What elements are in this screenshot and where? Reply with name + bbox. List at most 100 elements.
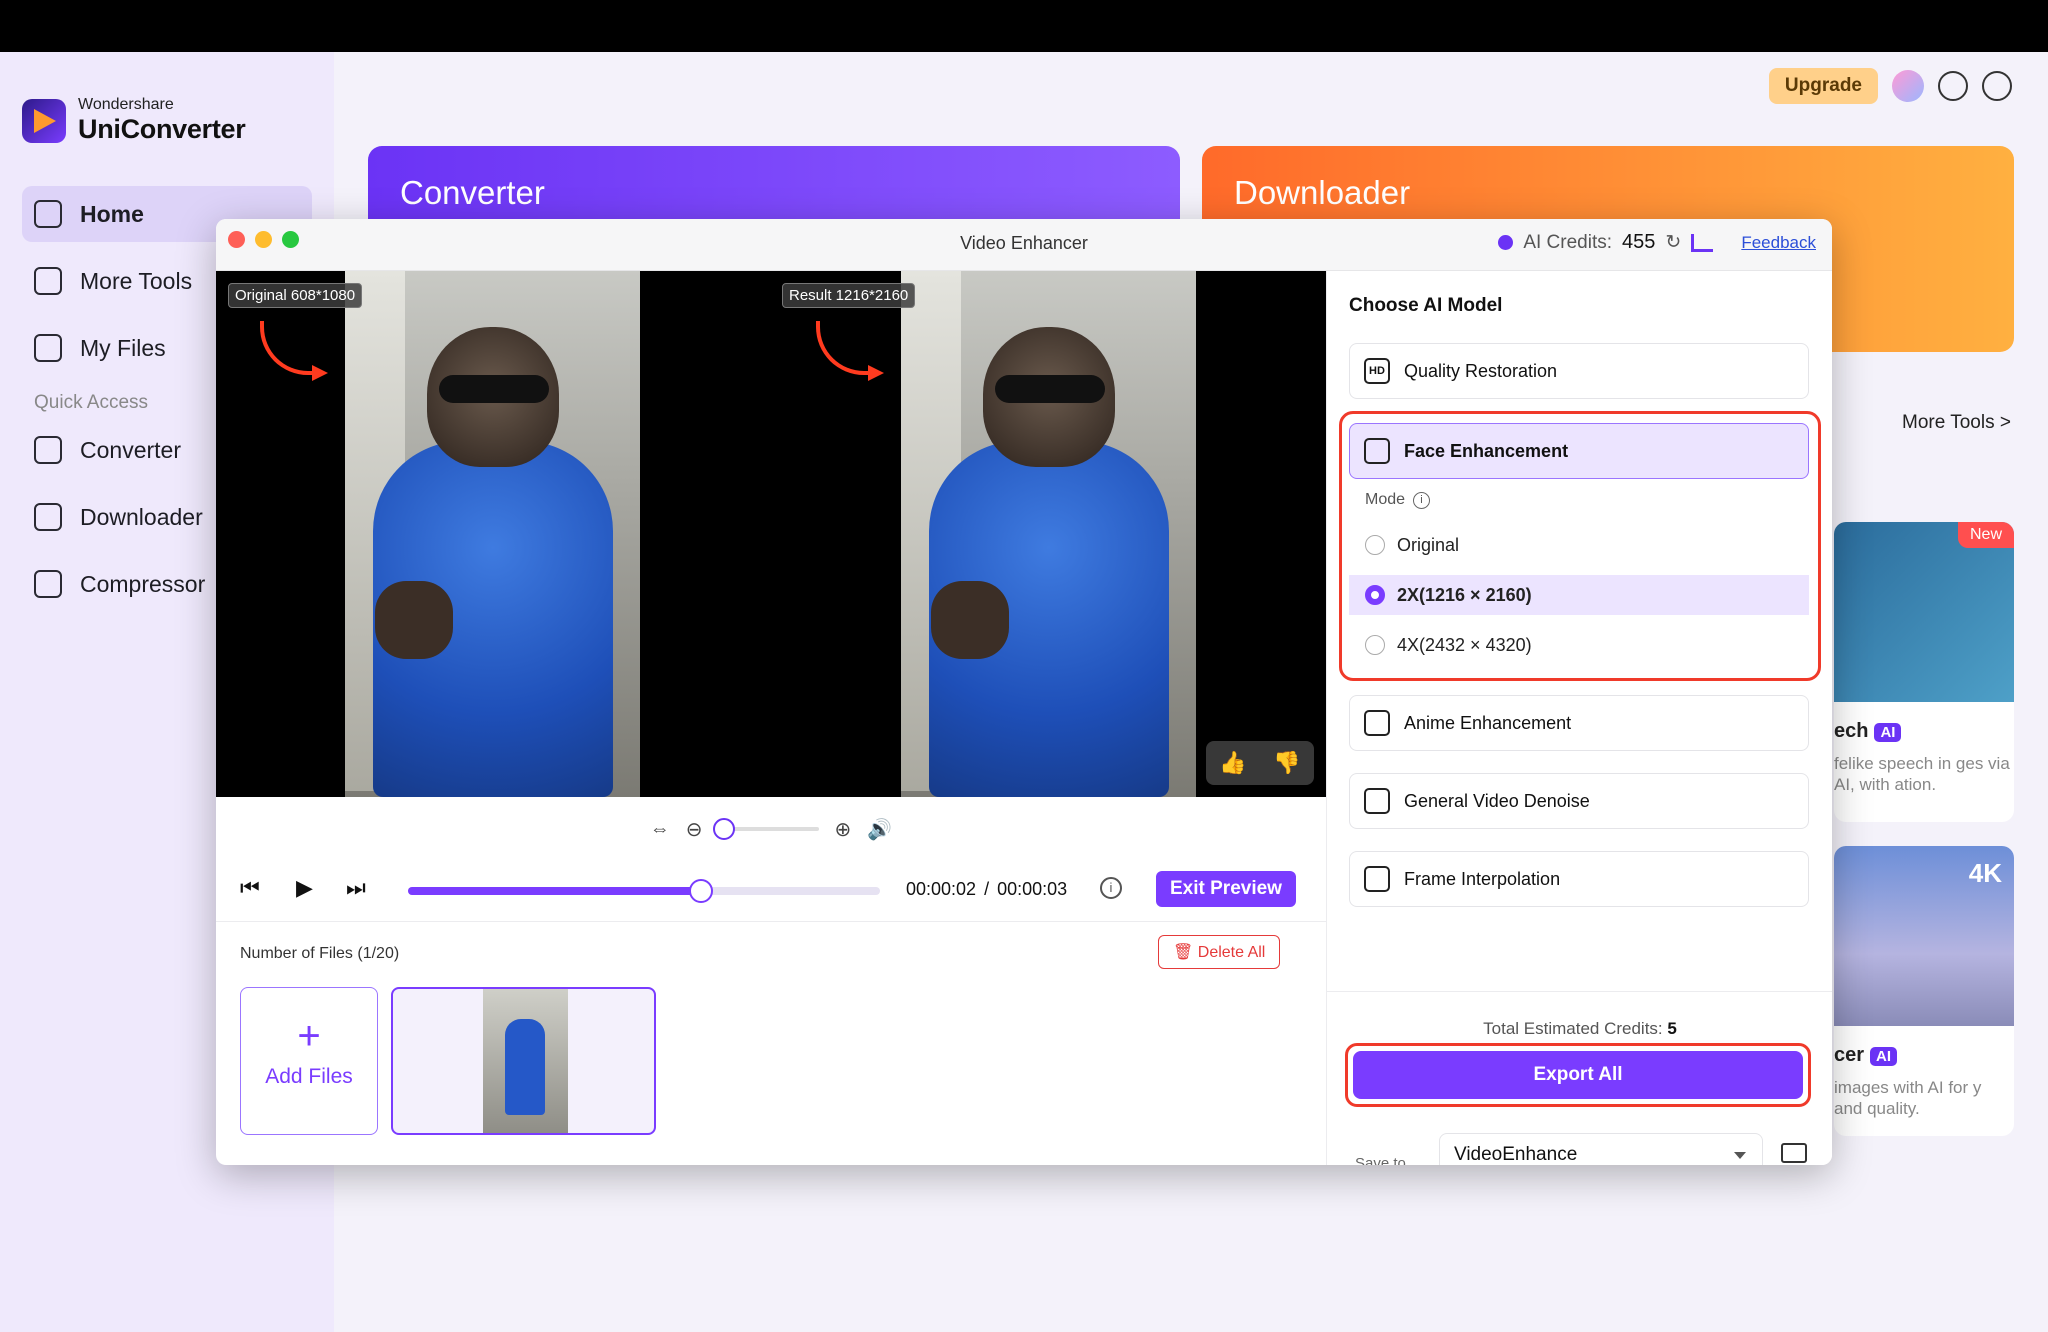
video-enhancer-dialog: Video Enhancer AI Credits: 455 ↻ Feedbac… (216, 219, 1832, 1165)
brand-small: Wondershare (78, 96, 174, 113)
mode-option-label: Original (1397, 534, 1460, 555)
top-black-band (0, 0, 2048, 52)
zoom-slider[interactable] (712, 818, 819, 840)
model-label: Anime Enhancement (1404, 712, 1572, 733)
denoise-icon (1364, 788, 1390, 814)
tool-card-speech[interactable]: New ech AI felike speech in ges via AI, w… (1834, 522, 2014, 822)
previous-frame-icon[interactable]: ⏮ (240, 875, 260, 901)
ai-badge: AI (1874, 723, 1902, 742)
radio-button[interactable] (1365, 585, 1385, 605)
downloader-icon (34, 503, 62, 531)
speech-card-desc: felike speech in ges via AI, with ation. (1834, 754, 2010, 794)
red-arrow-annotation (816, 321, 884, 381)
exit-preview-button[interactable]: Exit Preview (1156, 871, 1296, 907)
thumbnail-image (483, 989, 568, 1133)
enhancer-card-image: 4K (1834, 846, 2014, 1026)
radio-button[interactable] (1365, 535, 1385, 555)
file-icon (34, 334, 62, 362)
thumbnail-figure (505, 1019, 545, 1115)
volume-icon[interactable]: 🔊 (867, 817, 892, 842)
red-arrow-annotation (260, 321, 328, 381)
playback-progress-knob[interactable] (688, 879, 713, 903)
mode-option-original[interactable]: Original (1349, 525, 1809, 565)
model-frame-interpolation[interactable]: Frame Interpolation (1349, 851, 1809, 907)
playback-progress-fill (408, 887, 701, 895)
video-thumbnail[interactable] (391, 987, 656, 1135)
plus-icon: + (297, 1014, 321, 1058)
sunglasses-shape (439, 375, 549, 403)
estimated-credits: Total Estimated Credits: 5 (1483, 1019, 1677, 1038)
zoom-out-icon[interactable]: ⊖ (686, 817, 703, 842)
model-anime-enhancement[interactable]: Anime Enhancement (1349, 695, 1809, 751)
message-icon[interactable] (1938, 71, 1968, 101)
zoom-in-icon[interactable]: ⊕ (835, 817, 852, 842)
4k-tag: 4K (1968, 858, 2002, 888)
converter-icon (34, 436, 62, 464)
add-files-button[interactable]: + Add Files (240, 987, 378, 1135)
radio-button[interactable] (1365, 635, 1385, 655)
upgrade-button[interactable]: Upgrade (1768, 68, 1878, 104)
original-resolution-label: Original 608*1080 (228, 283, 363, 308)
playback-progress-bar[interactable] (408, 879, 880, 903)
model-face-enhancement[interactable]: Face Enhancement (1349, 423, 1809, 479)
sidebar-item-label: Home (80, 200, 144, 227)
sidebar-item-label: Compressor (80, 570, 206, 597)
file-count-label: Number of Files (1/20) (240, 945, 400, 962)
avatar[interactable] (1892, 70, 1924, 102)
delete-all-button[interactable]: 🗑 Delete All (1158, 935, 1281, 969)
rating-buttons: 👍 👎 (1206, 741, 1314, 785)
face-scan-icon (1364, 438, 1390, 464)
top-actions: Upgrade (1768, 68, 2012, 104)
app-logo: Wondershare UniConverter (22, 96, 246, 145)
anime-icon (1364, 710, 1390, 736)
frame-icon (1364, 866, 1390, 892)
credit-icon (1498, 235, 1514, 250)
tool-card-enhancer[interactable]: 4K cer AI images with AI for y and qualit… (1834, 846, 2014, 1136)
fit-width-icon[interactable]: ⇔ (650, 818, 670, 841)
save-to-select[interactable]: VideoEnhance (1439, 1133, 1763, 1165)
estimated-credits-value: 5 (1667, 1019, 1677, 1038)
downloader-card-title: Downloader (1234, 174, 1411, 211)
chevron-down-icon (1734, 1152, 1746, 1159)
time-display: 00:00:02 / 00:00:03 (906, 879, 1067, 900)
fist-shape (375, 581, 453, 659)
sidebar-item-label: More Tools (80, 267, 193, 294)
model-label: Quality Restoration (1404, 360, 1558, 381)
thumbs-down-icon[interactable]: 👎 (1273, 750, 1300, 776)
model-quality-restoration[interactable]: HD Quality Restoration (1349, 343, 1809, 399)
info-icon[interactable]: i (1100, 877, 1122, 899)
enhancer-card-title: cer AI (1834, 1026, 2014, 1067)
video-preview: Original 608*1080 Result 1216*2160 👍 👎 (216, 271, 1326, 797)
credits-label: AI Credits: (1523, 231, 1613, 253)
mode-option-4x[interactable]: 4X(2432 × 4320) (1349, 625, 1809, 665)
divider (1327, 991, 1832, 992)
enhancer-card-desc: images with AI for y and quality. (1834, 1078, 1982, 1118)
model-general-video-denoise[interactable]: General Video Denoise (1349, 773, 1809, 829)
sidebar-item-label: Converter (80, 436, 181, 463)
new-badge: New (1957, 522, 2014, 548)
feedback-link[interactable]: Feedback (1741, 233, 1816, 253)
zoom-controls: ⇔ ⊖ ⊕ 🔊 (216, 809, 1326, 849)
result-frame (901, 271, 1196, 797)
cart-icon[interactable] (1691, 233, 1714, 252)
headset-support-icon[interactable] (1982, 71, 2012, 101)
more-tools-link[interactable]: More Tools > (1902, 412, 2011, 434)
model-label: Frame Interpolation (1404, 868, 1561, 889)
next-frame-icon[interactable]: ⏭ (346, 875, 366, 901)
home-icon (34, 200, 62, 228)
ai-model-panel: Choose AI Model HD Quality Restoration F… (1326, 271, 1832, 1165)
play-icon[interactable]: ▶ (296, 875, 313, 901)
ai-badge: AI (1870, 1047, 1898, 1066)
thumbs-up-icon[interactable]: 👍 (1219, 750, 1246, 776)
export-all-button[interactable]: Export All (1353, 1051, 1803, 1099)
uniconverter-logo-icon (22, 98, 66, 143)
mode-option-label: 2X(1216 × 2160) (1397, 584, 1532, 605)
ai-credits: AI Credits: 455 ↻ Feedback (1498, 231, 1816, 254)
mode-info-icon[interactable]: i (1413, 491, 1431, 509)
refresh-icon[interactable]: ↻ (1665, 231, 1681, 254)
zoom-slider-knob[interactable] (712, 818, 735, 840)
brand-name: UniConverter (78, 114, 246, 144)
folder-icon[interactable] (1781, 1143, 1807, 1163)
hd-icon: HD (1364, 358, 1390, 384)
mode-option-2x[interactable]: 2X(1216 × 2160) (1349, 575, 1809, 615)
